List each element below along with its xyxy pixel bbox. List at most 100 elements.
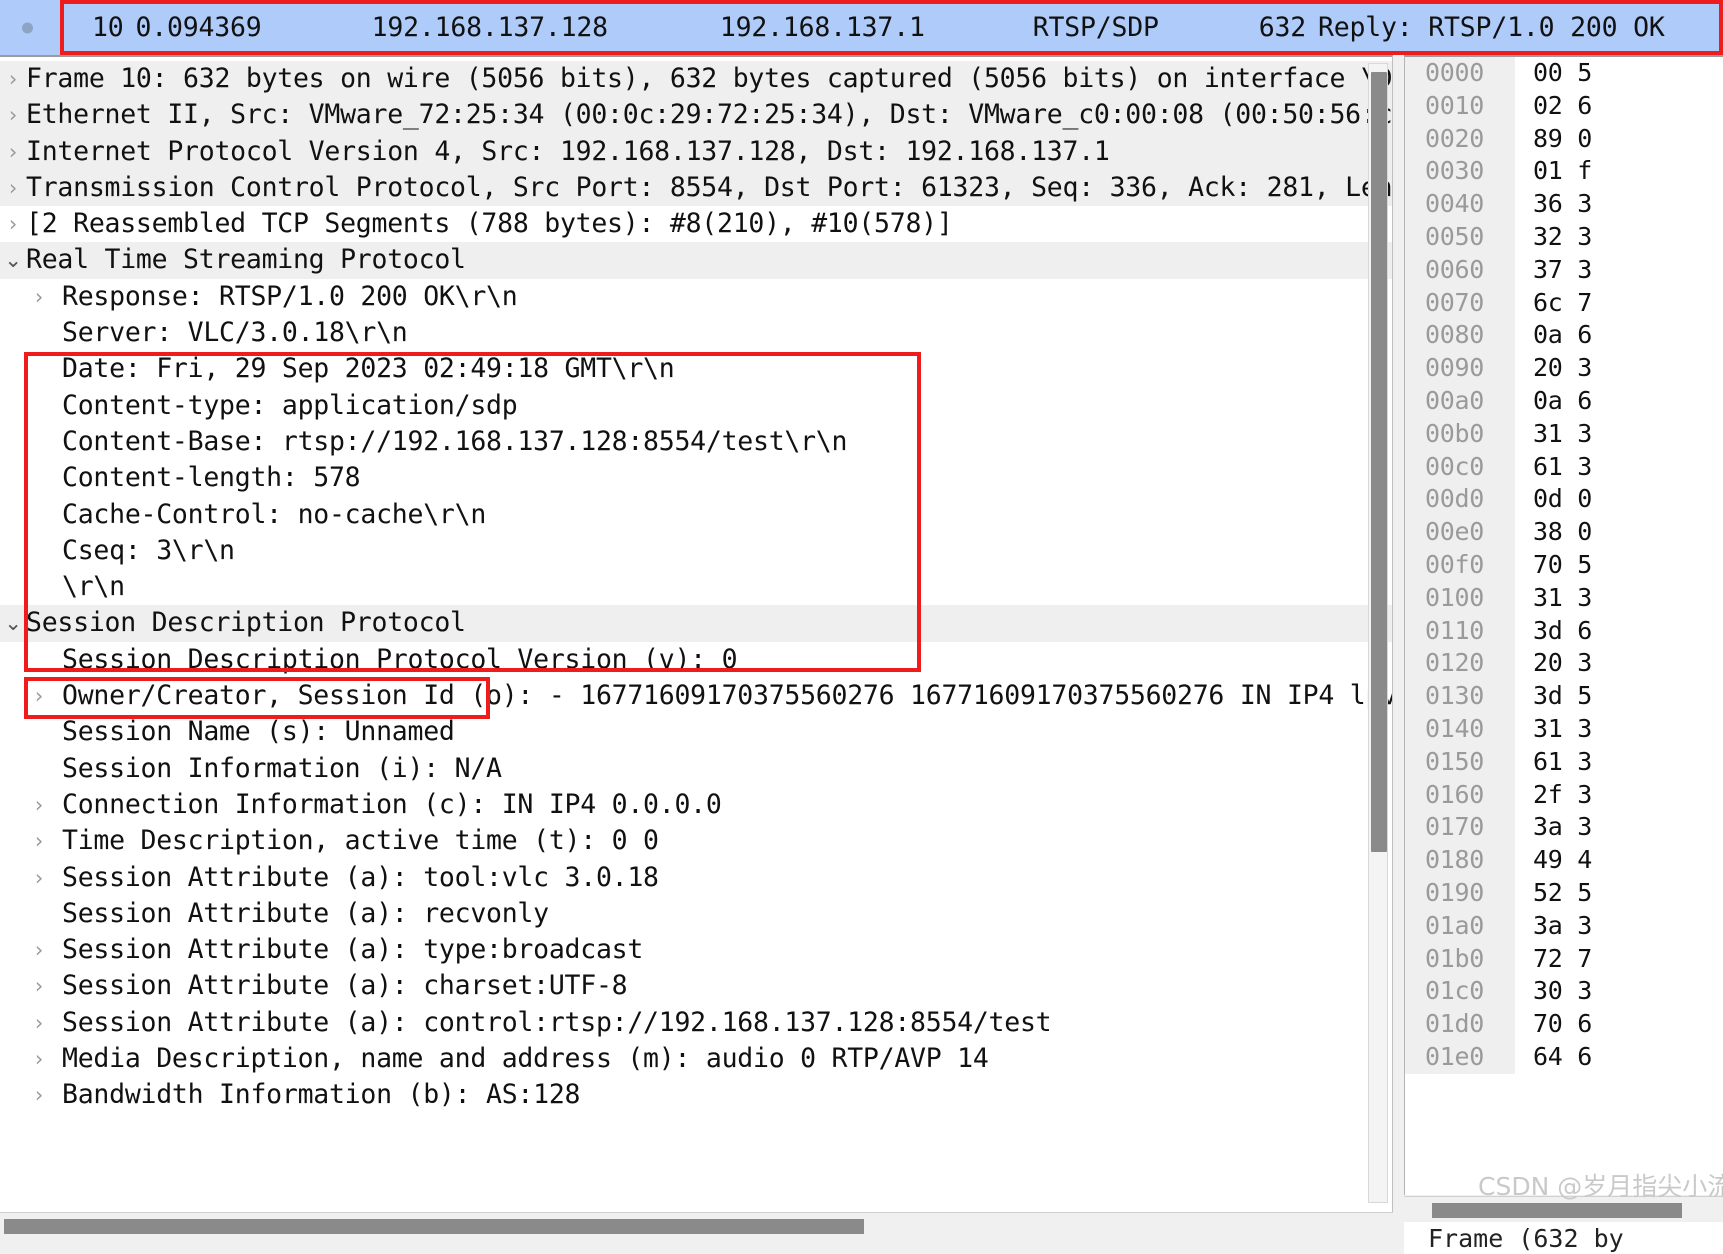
hex-bytes: 0d 0 [1515, 483, 1592, 517]
detail-tree-row[interactable]: Date: Fri, 29 Sep 2023 02:49:18 GMT\r\n [0, 351, 1392, 388]
chevron-right-icon[interactable]: › [2, 61, 24, 97]
hex-dump-row[interactable]: 0040 36 3 [1405, 188, 1723, 221]
detail-tree-row-label: Session Name (s): Unnamed [62, 716, 455, 748]
detail-tree-row-label: Server: VLC/3.0.18\r\n [62, 317, 408, 349]
detail-tree-row[interactable]: Content-Base: rtsp://192.168.137.128:855… [0, 423, 1392, 461]
chevron-right-icon[interactable]: › [2, 97, 24, 133]
detail-tree-row[interactable]: Content-length: 578 [0, 460, 1392, 497]
hex-dump-row[interactable]: 0190 52 5 [1405, 876, 1723, 910]
hex-dump-row[interactable]: 01d0 70 6 [1405, 1008, 1723, 1041]
detail-horizontal-scrollbar[interactable] [0, 1212, 1393, 1238]
detail-tree-row[interactable]: › [2 Reassembled TCP Segments (788 bytes)… [0, 206, 1392, 243]
hex-dump-row[interactable]: 0060 37 3 [1405, 253, 1723, 287]
detail-tree-row[interactable]: Session Information (i): N/A [0, 750, 1392, 787]
hex-bytes: 30 3 [1515, 975, 1592, 1009]
hex-dump-row[interactable]: 00e0 38 0 [1405, 516, 1723, 549]
detail-tree-row[interactable]: ⌄ Real Time Streaming Protocol [0, 242, 1392, 279]
hex-offset: 0150 [1405, 745, 1515, 779]
hex-dump-row[interactable]: 0100 31 3 [1405, 581, 1723, 615]
chevron-right-icon[interactable]: › [28, 932, 50, 968]
hex-dump-row[interactable]: 0140 31 3 [1405, 712, 1723, 746]
hex-dump-row[interactable]: 0160 2f 3 [1405, 778, 1723, 812]
hex-dump-row[interactable]: 0070 6c 7 [1405, 286, 1723, 320]
detail-vertical-scrollbar-thumb[interactable] [1371, 72, 1387, 852]
hex-offset: 00b0 [1405, 417, 1515, 451]
hex-dump-row[interactable]: 0120 20 3 [1405, 647, 1723, 681]
detail-tree-row[interactable]: › Media Description, name and address (m)… [0, 1041, 1392, 1078]
hex-dump-row[interactable]: 01e0 64 6 [1405, 1040, 1723, 1074]
hex-bytes: 20 3 [1515, 647, 1592, 681]
packet-detail-pane[interactable]: › Frame 10: 632 bytes on wire (5056 bits)… [0, 55, 1393, 1212]
hex-bytes: 3d 5 [1515, 680, 1592, 713]
hex-dump-row[interactable]: 00f0 70 5 [1405, 548, 1723, 582]
chevron-right-icon[interactable]: › [28, 823, 50, 859]
chevron-right-icon[interactable]: › [2, 134, 24, 170]
bytes-horizontal-scrollbar-thumb[interactable] [1432, 1203, 1682, 1218]
hex-bytes: 89 0 [1515, 122, 1592, 156]
hex-dump-row[interactable]: 0030 01 f [1405, 155, 1723, 189]
hex-dump-row[interactable]: 0130 3d 5 [1405, 680, 1723, 713]
detail-vertical-scrollbar[interactable] [1368, 63, 1388, 1203]
hex-dump-row[interactable]: 0150 61 3 [1405, 745, 1723, 779]
detail-tree-row[interactable]: ⌄ Session Description Protocol [0, 605, 1392, 642]
packet-bytes-pane[interactable]: 0000 00 5 0010 02 6 0020 89 0 0030 01 f 0040 36 3… [1404, 55, 1723, 1195]
hex-dump-row[interactable]: 0020 89 0 [1405, 122, 1723, 156]
chevron-right-icon[interactable]: › [28, 1041, 50, 1077]
hex-dump-row[interactable]: 01c0 30 3 [1405, 975, 1723, 1009]
hex-dump-row[interactable]: 01a0 3a 3 [1405, 909, 1723, 943]
packet-list-selected-row[interactable]: 10 0.094369 192.168.137.128 192.168.137.… [60, 0, 1723, 55]
hex-dump-row[interactable]: 0170 3a 3 [1405, 811, 1723, 845]
packet-column-protocol: RTSP/SDP [1032, 12, 1159, 43]
hex-dump-row[interactable]: 00a0 0a 6 [1405, 384, 1723, 418]
detail-horizontal-scrollbar-thumb[interactable] [4, 1219, 864, 1234]
hex-dump-row[interactable]: 00d0 0d 0 [1405, 483, 1723, 517]
chevron-right-icon[interactable]: › [28, 1077, 50, 1113]
detail-tree-row[interactable]: \r\n [0, 569, 1392, 606]
detail-tree-row[interactable]: › Session Attribute (a): control:rtsp://1… [0, 1004, 1392, 1042]
detail-tree-row[interactable]: Session Name (s): Unnamed [0, 714, 1392, 751]
hex-dump-row[interactable]: 0180 49 4 [1405, 844, 1723, 877]
detail-tree-row[interactable]: › Owner/Creator, Session Id (o): - 167716… [0, 678, 1392, 715]
chevron-right-icon[interactable]: › [28, 1005, 50, 1041]
chevron-right-icon[interactable]: › [2, 206, 24, 242]
detail-tree-row[interactable]: › Response: RTSP/1.0 200 OK\r\n [0, 278, 1392, 316]
detail-tree-row-label: Date: Fri, 29 Sep 2023 02:49:18 GMT\r\n [62, 353, 675, 385]
detail-tree-row[interactable]: › Ethernet II, Src: VMware_72:25:34 (00:0… [0, 97, 1392, 134]
chevron-right-icon[interactable]: › [28, 279, 50, 315]
detail-tree-row[interactable]: Session Attribute (a): recvonly [0, 895, 1392, 933]
hex-dump-row[interactable]: 00b0 31 3 [1405, 417, 1723, 451]
hex-dump-row[interactable]: 00c0 61 3 [1405, 450, 1723, 484]
chevron-down-icon[interactable]: ⌄ [2, 242, 24, 278]
detail-tree-row[interactable]: Session Description Protocol Version (v)… [0, 641, 1392, 679]
hex-dump-row[interactable]: 0090 20 3 [1405, 352, 1723, 385]
hex-offset: 01b0 [1405, 942, 1515, 976]
detail-tree-row[interactable]: › Transmission Control Protocol, Src Port… [0, 169, 1392, 207]
hex-dump-row[interactable]: 0000 00 5 [1405, 57, 1723, 90]
chevron-right-icon[interactable]: › [28, 860, 50, 896]
detail-tree-row[interactable]: › Connection Information (c): IN IP4 0.0.… [0, 786, 1392, 824]
chevron-right-icon[interactable]: › [2, 170, 24, 206]
chevron-right-icon[interactable]: › [28, 787, 50, 823]
detail-tree-row[interactable]: Cache-Control: no-cache\r\n [0, 496, 1392, 533]
hex-dump-row[interactable]: 0010 02 6 [1405, 89, 1723, 123]
hex-bytes: 32 3 [1515, 220, 1592, 254]
detail-tree-row[interactable]: Cseq: 3\r\n [0, 532, 1392, 570]
detail-tree-row[interactable]: › Bandwidth Information (b): AS:128 [0, 1077, 1392, 1114]
detail-tree-row[interactable]: Server: VLC/3.0.18\r\n [0, 315, 1392, 352]
chevron-right-icon[interactable]: › [28, 968, 50, 1004]
detail-tree-row[interactable]: › Session Attribute (a): type:broadcast [0, 932, 1392, 969]
detail-tree-row[interactable]: › Internet Protocol Version 4, Src: 192.1… [0, 133, 1392, 170]
chevron-down-icon[interactable]: ⌄ [2, 605, 24, 641]
hex-dump-row[interactable]: 01b0 72 7 [1405, 942, 1723, 976]
hex-dump-row[interactable]: 0110 3d 6 [1405, 614, 1723, 648]
packet-column-time: 0.094369 [135, 12, 262, 43]
detail-tree-row[interactable]: › Session Attribute (a): tool:vlc 3.0.18 [0, 859, 1392, 896]
hex-dump-row[interactable]: 0050 32 3 [1405, 220, 1723, 254]
hex-bytes: 31 3 [1515, 581, 1592, 615]
detail-tree-row[interactable]: › Frame 10: 632 bytes on wire (5056 bits)… [0, 61, 1392, 98]
detail-tree-row[interactable]: Content-type: application/sdp [0, 387, 1392, 424]
chevron-right-icon[interactable]: › [28, 678, 50, 714]
detail-tree-row[interactable]: › Session Attribute (a): charset:UTF-8 [0, 968, 1392, 1005]
detail-tree-row[interactable]: › Time Description, active time (t): 0 0 [0, 823, 1392, 860]
hex-dump-row[interactable]: 0080 0a 6 [1405, 319, 1723, 353]
